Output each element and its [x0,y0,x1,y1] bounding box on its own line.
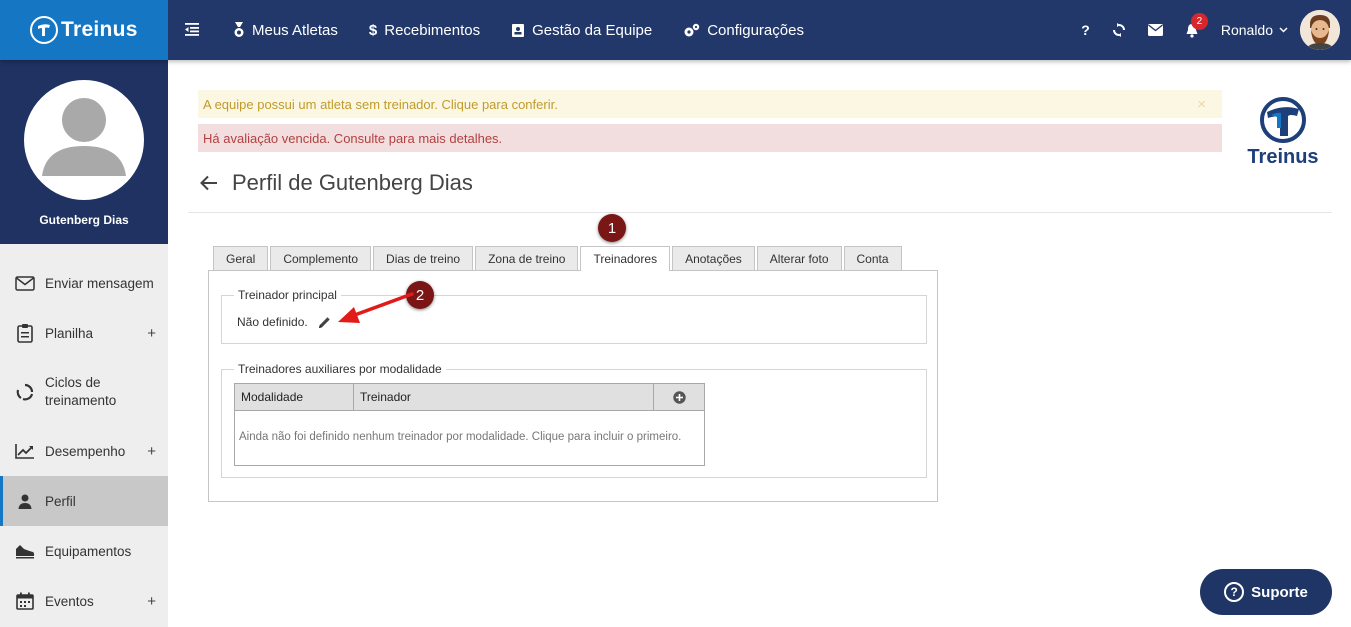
tab-panel-treinadores: Treinador principal Não definido. Treina… [208,270,938,502]
page-title-text: Perfil de Gutenberg Dias [232,170,473,195]
sidebar-item-desempenho[interactable]: Desempenho + [0,426,168,476]
medal-icon [233,22,245,38]
nav-gestao-equipe[interactable]: Gestão da Equipe [511,22,652,39]
nav-configuracoes[interactable]: Configurações [683,22,804,39]
page-title: Perfil de Gutenberg Dias [200,170,473,196]
alert-athlete-without-coach[interactable]: A equipe possui um atleta sem treinador.… [198,90,1222,118]
brand-name: Treinus [61,18,138,41]
sidebar-item-planilha[interactable]: Planilha + [0,308,168,358]
aux-trainers-table: Modalidade Treinador Ainda não foi defin… [234,383,705,466]
plus-circle-icon [672,390,686,404]
tab-dias-de-treino[interactable]: Dias de treino [373,246,474,270]
gears-icon [683,23,700,38]
sidebar-item-label: Eventos [45,593,94,609]
id-card-icon [511,23,525,38]
sidebar-item-ciclos[interactable]: Ciclos de treinamento [0,358,168,426]
brand-logo-link[interactable]: Treinus [0,0,168,60]
notifications-bell-icon[interactable]: 2 [1185,12,1208,38]
add-aux-trainer-button[interactable] [654,384,704,410]
tab-zona-de-treino[interactable]: Zona de treino [475,246,579,270]
col-modalidade: Modalidade [235,384,354,410]
line-chart-icon [15,441,35,461]
tab-complemento[interactable]: Complemento [270,246,372,270]
expand-plus-icon[interactable]: + [147,593,156,610]
treinus-logo-text: Treinus [1247,146,1319,168]
dollar-icon: $ [368,21,378,39]
sidebar: Gutenberg Dias Enviar mensagem Planilha … [0,60,168,627]
tab-geral[interactable]: Geral [213,246,269,270]
support-label: Suporte [1251,583,1308,601]
mail-icon[interactable] [1147,24,1163,36]
aux-trainers-legend: Treinadores auxiliares por modalidade [234,362,446,376]
sidebar-item-label: Equipamentos [45,543,132,559]
treinus-logo-icon [30,16,58,44]
sidebar-item-label: Planilha [45,325,94,341]
nav-recebimentos[interactable]: $ Recebimentos [369,22,480,39]
alert-expired-evaluation[interactable]: Há avaliação vencida. Consulte para mais… [198,124,1222,152]
sidebar-item-label: Perfil [45,493,76,509]
title-divider [188,212,1332,213]
clipboard-icon [15,323,35,343]
sync-icon[interactable] [1112,23,1126,37]
cycle-icon [15,382,35,402]
tab-alterar-foto[interactable]: Alterar foto [756,246,842,270]
user-name-label: Ronaldo [1220,22,1273,38]
sidebar-item-equipamentos[interactable]: Equipamentos [0,526,168,576]
tab-treinadores[interactable]: Treinadores [580,246,671,271]
alert-danger-text: Há avaliação vencida. Consulte para mais… [203,130,503,146]
support-button[interactable]: ? Suporte [1200,569,1332,615]
expand-plus-icon[interactable]: + [147,325,156,342]
nav-meus-atletas-label: Meus Atletas [252,21,338,39]
main-nav: Meus Atletas $ Recebimentos Gestão da Eq… [233,0,835,60]
expand-plus-icon[interactable]: + [147,443,156,460]
back-arrow-icon[interactable] [200,175,218,191]
help-icon[interactable]: ? [1081,22,1090,38]
treinus-logo: Treinus [1243,96,1323,169]
main-trainer-fieldset: Treinador principal Não definido. [221,288,927,344]
sidebar-item-label: Enviar mensagem [45,275,154,291]
sidebar-item-label: Desempenho [45,443,126,459]
aux-trainers-empty-message[interactable]: Ainda não foi definido nenhum treinador … [235,411,704,443]
sidebar-item-perfil[interactable]: Perfil [0,476,168,526]
annotation-marker-1: 1 [598,214,626,242]
profile-tabs: Geral Complemento Dias de treino Zona de… [213,246,904,271]
top-navbar: Treinus Meus Atletas $ Recebimentos Gest… [0,0,1351,60]
menu-collapse-icon[interactable] [183,20,201,38]
envelope-icon [15,273,35,293]
main-trainer-legend: Treinador principal [234,288,341,302]
sidebar-item-eventos[interactable]: Eventos + [0,576,168,626]
close-icon[interactable]: × [1197,96,1206,113]
notifications-badge: 2 [1190,12,1208,30]
nav-gestao-equipe-label: Gestão da Equipe [532,21,653,39]
user-avatar[interactable] [1300,10,1340,50]
sidebar-menu: Enviar mensagem Planilha + Ciclos de tre… [0,258,168,626]
tab-anotacoes[interactable]: Anotações [672,246,755,270]
profile-avatar[interactable] [24,80,144,200]
sidebar-item-label: Ciclos de treinamento [45,375,117,408]
annotation-arrow-icon [338,292,414,323]
nav-recebimentos-label: Recebimentos [384,21,481,39]
edit-pencil-icon[interactable] [318,316,331,329]
sidebar-item-enviar-mensagem[interactable]: Enviar mensagem [0,258,168,308]
calendar-icon [15,591,35,611]
nav-meus-atletas[interactable]: Meus Atletas [233,22,338,39]
tab-conta[interactable]: Conta [843,246,902,270]
profile-name: Gutenberg Dias [39,213,129,227]
table-header: Modalidade Treinador [235,384,704,411]
topbar-actions: ? 2 Ronaldo [1081,0,1351,60]
col-treinador: Treinador [354,384,654,410]
treinus-logo-icon [1260,97,1306,143]
aux-trainers-fieldset: Treinadores auxiliares por modalidade Mo… [221,362,927,478]
question-circle-icon: ? [1224,582,1245,602]
chevron-down-icon [1279,25,1288,36]
alert-warning-text: A equipe possui um atleta sem treinador.… [203,96,558,112]
sidebar-profile: Gutenberg Dias [0,60,168,244]
main-trainer-value-text: Não definido. [237,315,308,329]
nav-configuracoes-label: Configurações [707,21,804,39]
user-menu[interactable]: Ronaldo [1221,22,1288,38]
main-trainer-value: Não definido. [237,315,331,329]
shoe-icon [15,541,35,561]
user-icon [15,491,35,511]
